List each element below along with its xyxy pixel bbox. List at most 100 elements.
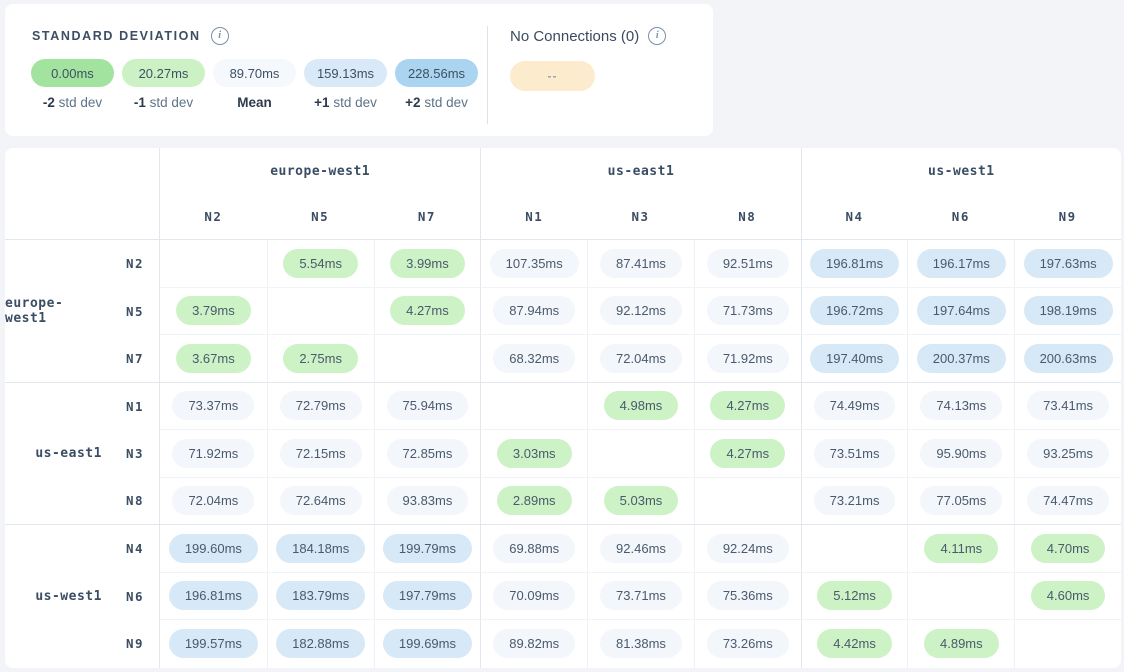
- latency-cell[interactable]: 75.36ms: [707, 581, 789, 610]
- latency-cell[interactable]: 199.57ms: [169, 629, 258, 658]
- latency-cell[interactable]: 197.63ms: [1024, 249, 1113, 278]
- column-group-header-us-east1: us-east1: [480, 148, 800, 194]
- column-header-N6: N6: [907, 194, 1014, 240]
- matrix-cell: 196.81ms: [801, 240, 908, 288]
- latency-cell[interactable]: 87.94ms: [493, 296, 575, 325]
- latency-cell[interactable]: 4.70ms: [1031, 534, 1106, 563]
- latency-cell[interactable]: 196.81ms: [169, 581, 258, 610]
- latency-cell[interactable]: 4.27ms: [390, 296, 465, 325]
- latency-cell[interactable]: 72.04ms: [600, 344, 682, 373]
- matrix-cell: 196.81ms: [160, 573, 267, 621]
- latency-cell[interactable]: 3.67ms: [176, 344, 251, 373]
- no-connections-label: No Connections (0): [510, 28, 639, 45]
- matrix-cell: 71.92ms: [160, 430, 267, 478]
- latency-cell[interactable]: 81.38ms: [600, 629, 682, 658]
- latency-cell[interactable]: 199.60ms: [169, 534, 258, 563]
- latency-cell[interactable]: 71.73ms: [707, 296, 789, 325]
- latency-cell[interactable]: 68.32ms: [493, 344, 575, 373]
- latency-cell[interactable]: 92.12ms: [600, 296, 682, 325]
- latency-cell[interactable]: 71.92ms: [172, 439, 254, 468]
- matrix-cell: 182.88ms: [267, 620, 374, 668]
- latency-cell[interactable]: 75.94ms: [387, 391, 469, 420]
- latency-cell[interactable]: 72.64ms: [280, 486, 362, 515]
- latency-cell[interactable]: 73.41ms: [1027, 391, 1109, 420]
- latency-cell[interactable]: 3.99ms: [390, 249, 465, 278]
- latency-cell[interactable]: 2.89ms: [497, 486, 572, 515]
- latency-cell[interactable]: 4.11ms: [924, 534, 998, 563]
- latency-cell[interactable]: 3.03ms: [497, 439, 572, 468]
- latency-cell[interactable]: 200.63ms: [1024, 344, 1113, 373]
- latency-cell[interactable]: 4.27ms: [710, 391, 785, 420]
- legend-title: STANDARD DEVIATION: [32, 29, 201, 43]
- latency-cell[interactable]: 72.04ms: [172, 486, 254, 515]
- matrix-cell: 200.63ms: [1014, 335, 1121, 383]
- latency-cell[interactable]: 184.18ms: [276, 534, 365, 563]
- latency-cell[interactable]: 92.24ms: [707, 534, 789, 563]
- latency-cell[interactable]: 196.81ms: [810, 249, 899, 278]
- info-icon[interactable]: i: [648, 27, 666, 45]
- column-header-N3: N3: [587, 194, 694, 240]
- latency-cell[interactable]: 5.12ms: [817, 581, 892, 610]
- latency-cell[interactable]: 72.85ms: [387, 439, 469, 468]
- latency-cell[interactable]: 197.64ms: [917, 296, 1006, 325]
- latency-cell[interactable]: 196.72ms: [810, 296, 899, 325]
- latency-cell[interactable]: 5.03ms: [604, 486, 679, 515]
- latency-cell[interactable]: 198.19ms: [1024, 296, 1113, 325]
- latency-cell[interactable]: 70.09ms: [493, 581, 575, 610]
- latency-cell[interactable]: 73.26ms: [707, 629, 789, 658]
- legend-pills: 0.00ms20.27ms89.70ms159.13ms228.56ms: [31, 59, 478, 87]
- latency-cell[interactable]: 2.75ms: [283, 344, 358, 373]
- latency-cell[interactable]: 183.79ms: [276, 581, 365, 610]
- latency-cell[interactable]: 4.42ms: [817, 629, 892, 658]
- matrix-cell: 199.79ms: [374, 525, 481, 573]
- latency-cell[interactable]: 77.05ms: [920, 486, 1002, 515]
- matrix-cell: 77.05ms: [907, 478, 1014, 526]
- matrix-cell: 4.89ms: [907, 620, 1014, 668]
- legend-label: Mean: [213, 95, 296, 110]
- latency-cell[interactable]: 87.41ms: [600, 249, 682, 278]
- latency-cell[interactable]: 200.37ms: [917, 344, 1006, 373]
- column-header-N8: N8: [694, 194, 801, 240]
- matrix-cell: 75.36ms: [694, 573, 801, 621]
- latency-cell[interactable]: 199.69ms: [383, 629, 472, 658]
- latency-cell[interactable]: 4.27ms: [710, 439, 785, 468]
- latency-cell[interactable]: 73.37ms: [172, 391, 254, 420]
- latency-cell[interactable]: 197.40ms: [810, 344, 899, 373]
- matrix-cell: 81.38ms: [587, 620, 694, 668]
- latency-cell[interactable]: 107.35ms: [490, 249, 579, 278]
- latency-cell[interactable]: 4.89ms: [924, 629, 999, 658]
- row-header-N5: europe-west1N5: [5, 288, 160, 336]
- latency-cell[interactable]: 72.15ms: [280, 439, 362, 468]
- latency-cell[interactable]: 74.49ms: [814, 391, 896, 420]
- matrix-cell: 196.72ms: [801, 288, 908, 336]
- latency-cell[interactable]: 89.82ms: [493, 629, 575, 658]
- latency-cell[interactable]: 4.98ms: [604, 391, 679, 420]
- latency-cell[interactable]: 95.90ms: [920, 439, 1002, 468]
- latency-cell[interactable]: 71.92ms: [707, 344, 789, 373]
- latency-cell[interactable]: 73.21ms: [814, 486, 896, 515]
- matrix-cell: 73.51ms: [801, 430, 908, 478]
- latency-cell[interactable]: 196.17ms: [917, 249, 1006, 278]
- matrix-cell: 4.11ms: [907, 525, 1014, 573]
- matrix-cell: 197.40ms: [801, 335, 908, 383]
- latency-cell[interactable]: 72.79ms: [280, 391, 362, 420]
- latency-cell[interactable]: 3.79ms: [176, 296, 251, 325]
- info-icon[interactable]: i: [211, 27, 229, 45]
- latency-cell[interactable]: 197.79ms: [383, 581, 472, 610]
- latency-cell[interactable]: 69.88ms: [493, 534, 575, 563]
- latency-cell[interactable]: 73.71ms: [600, 581, 682, 610]
- column-group-header-europe-west1: europe-west1: [160, 148, 480, 194]
- latency-cell[interactable]: 4.60ms: [1031, 581, 1106, 610]
- row-node-label: N3: [126, 446, 144, 461]
- latency-cell[interactable]: 92.51ms: [707, 249, 789, 278]
- latency-cell[interactable]: 74.13ms: [920, 391, 1002, 420]
- latency-cell[interactable]: 199.79ms: [383, 534, 472, 563]
- latency-cell[interactable]: 93.25ms: [1027, 439, 1109, 468]
- latency-cell[interactable]: 93.83ms: [387, 486, 469, 515]
- column-group-header-us-west1: us-west1: [801, 148, 1121, 194]
- latency-cell[interactable]: 73.51ms: [814, 439, 896, 468]
- latency-cell[interactable]: 5.54ms: [283, 249, 358, 278]
- latency-cell[interactable]: 92.46ms: [600, 534, 682, 563]
- latency-cell[interactable]: 182.88ms: [276, 629, 365, 658]
- latency-cell[interactable]: 74.47ms: [1027, 486, 1109, 515]
